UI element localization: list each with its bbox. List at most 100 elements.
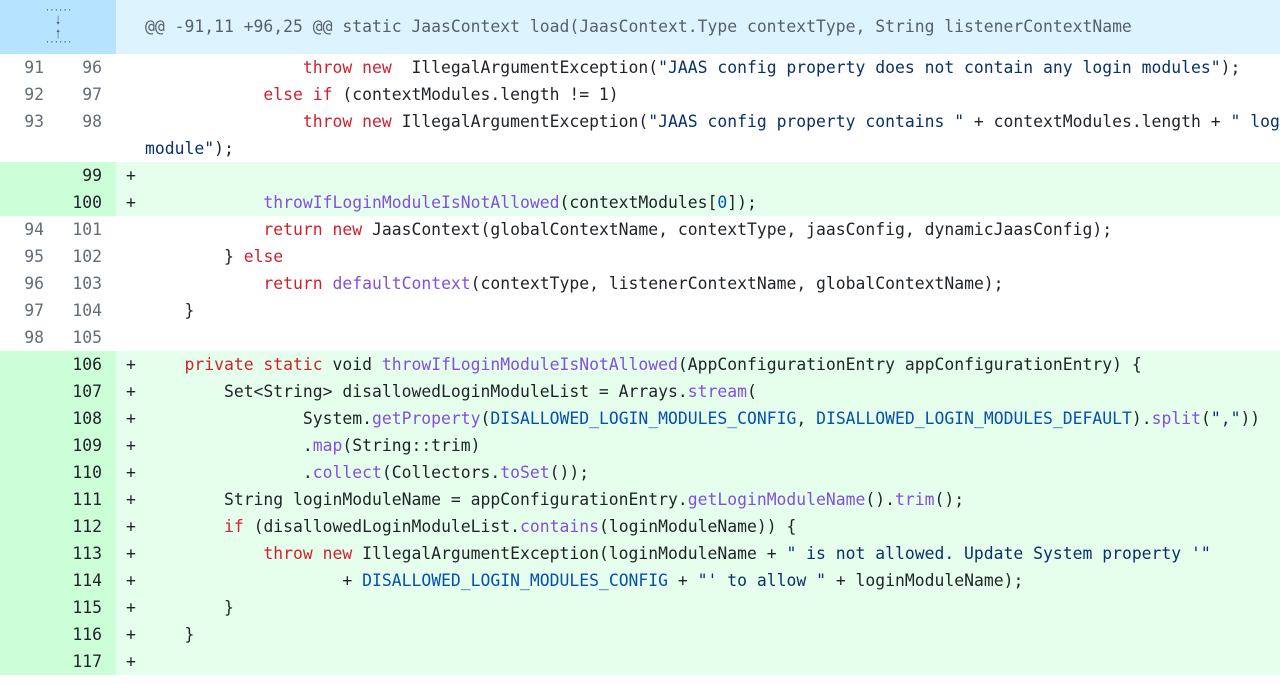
old-line-number[interactable] [0,486,58,513]
new-line-number[interactable]: 113 [58,540,116,567]
new-line-number[interactable]: 99 [58,162,116,189]
old-line-number[interactable]: 94 [0,216,58,243]
add-marker: + [126,652,136,671]
code-function: defaultContext [332,274,471,293]
code-string: module" [145,139,215,158]
new-line-number[interactable]: 110 [58,459,116,486]
new-line-number[interactable]: 106 [58,351,116,378]
old-line-number[interactable] [0,189,58,216]
added-line: 100 + throwIfLoginModuleIsNotAllowed(cont… [0,189,1280,216]
code-line: throw new IllegalArgumentException("JAAS… [116,108,1280,162]
old-line-number[interactable]: 93 [0,108,58,162]
context-line: 95 102 } else [0,243,1280,270]
code-text: Set<String> disallowedLoginModuleList = … [223,382,688,401]
code-line: + private static void throwIfLoginModule… [116,351,1280,378]
new-line-number[interactable]: 103 [58,270,116,297]
new-line-number[interactable]: 97 [58,81,116,108]
add-marker: + [126,598,136,617]
code-text: (); [934,490,965,509]
context-line: 98 105 [0,324,1280,351]
new-line-number[interactable]: 102 [58,243,116,270]
new-line-number[interactable]: 100 [58,189,116,216]
add-marker: + [126,355,136,374]
old-line-number[interactable] [0,405,58,432]
new-line-number[interactable]: 111 [58,486,116,513]
old-line-number[interactable] [0,594,58,621]
hunk-header-text: @@ -91,11 +96,25 @@ static JaasContext l… [145,17,1132,36]
old-line-number[interactable] [0,351,58,378]
old-line-number[interactable] [0,540,58,567]
code-keyword: throw new [263,544,353,563]
added-line: 109 + .map(String::trim) [0,432,1280,459]
old-line-number[interactable] [0,378,58,405]
code-text: )) [1240,409,1261,428]
code-line: + throw new IllegalArgumentException(log… [116,540,1280,567]
add-marker: + [126,571,136,590]
code-text: + contextModules.length + [964,112,1231,131]
new-line-number[interactable]: 112 [58,513,116,540]
code-text: } [223,598,234,617]
code-text: . [302,436,313,455]
old-line-number[interactable]: 97 [0,297,58,324]
code-text: (loginModuleName)) { [598,517,797,536]
new-line-number[interactable]: 114 [58,567,116,594]
code-line: + System.getProperty(DISALLOWED_LOGIN_MO… [116,405,1280,432]
new-line-number[interactable]: 117 [58,648,116,675]
code-constant: DISALLOWED_LOGIN_MODULES_CONFIG [490,409,797,428]
new-line-number[interactable]: 108 [58,405,116,432]
code-text: } [184,301,195,320]
new-line-number[interactable]: 105 [58,324,116,351]
context-line: 91 96 throw new IllegalArgumentException(… [0,54,1280,81]
old-line-number[interactable]: 91 [0,54,58,81]
new-line-number[interactable]: 107 [58,378,116,405]
old-line-number[interactable] [0,621,58,648]
code-text: + [342,571,363,590]
new-line-number[interactable]: 101 [58,216,116,243]
code-text: ]); [727,193,757,212]
diff-lines: 91 96 throw new IllegalArgumentException(… [0,54,1280,675]
new-line-number[interactable]: 96 [58,54,116,81]
added-line: 108 + System.getProperty(DISALLOWED_LOGIN… [0,405,1280,432]
old-line-number[interactable] [0,432,58,459]
context-line: 92 97 else if (contextModules.length != 1… [0,81,1280,108]
new-line-number[interactable]: 116 [58,621,116,648]
old-line-number[interactable] [0,513,58,540]
new-line-number[interactable]: 115 [58,594,116,621]
code-line: } else [116,243,1280,270]
expand-up-button[interactable]: 🠑 ······ [45,27,72,48]
old-line-number[interactable]: 98 [0,324,58,351]
old-line-number[interactable] [0,567,58,594]
code-function: getProperty [371,409,481,428]
code-text: IllegalArgumentException( [391,58,659,77]
new-line-number[interactable]: 98 [58,108,116,162]
old-line-number[interactable] [0,162,58,189]
code-text: , [796,409,817,428]
old-line-number[interactable] [0,648,58,675]
new-line-number[interactable]: 109 [58,432,116,459]
code-line: + + DISALLOWED_LOGIN_MODULES_CONFIG + "'… [116,567,1280,594]
added-line: 106 + private static void throwIfLoginMod… [0,351,1280,378]
expand-down-button[interactable]: ······ 🠓 [45,7,72,27]
expand-hunk-button[interactable]: ······ 🠓 🠑 ······ [0,0,116,54]
old-line-number[interactable] [0,459,58,486]
code-line: + throwIfLoginModuleIsNotAllowed(context… [116,189,1280,216]
code-text: + [668,571,698,590]
old-line-number[interactable]: 92 [0,81,58,108]
code-function: throwIfLoginModuleIsNotAllowed [381,355,678,374]
code-function: map [312,436,343,455]
new-line-number[interactable]: 104 [58,297,116,324]
code-line: + Set<String> disallowedLoginModuleList … [116,378,1280,405]
code-constant: 0 [717,193,728,212]
code-text: (AppConfigurationEntry appConfigurationE… [677,355,1142,374]
old-line-number[interactable]: 96 [0,270,58,297]
context-line: 96 103 return defaultContext(contextType,… [0,270,1280,297]
old-line-number[interactable]: 95 [0,243,58,270]
